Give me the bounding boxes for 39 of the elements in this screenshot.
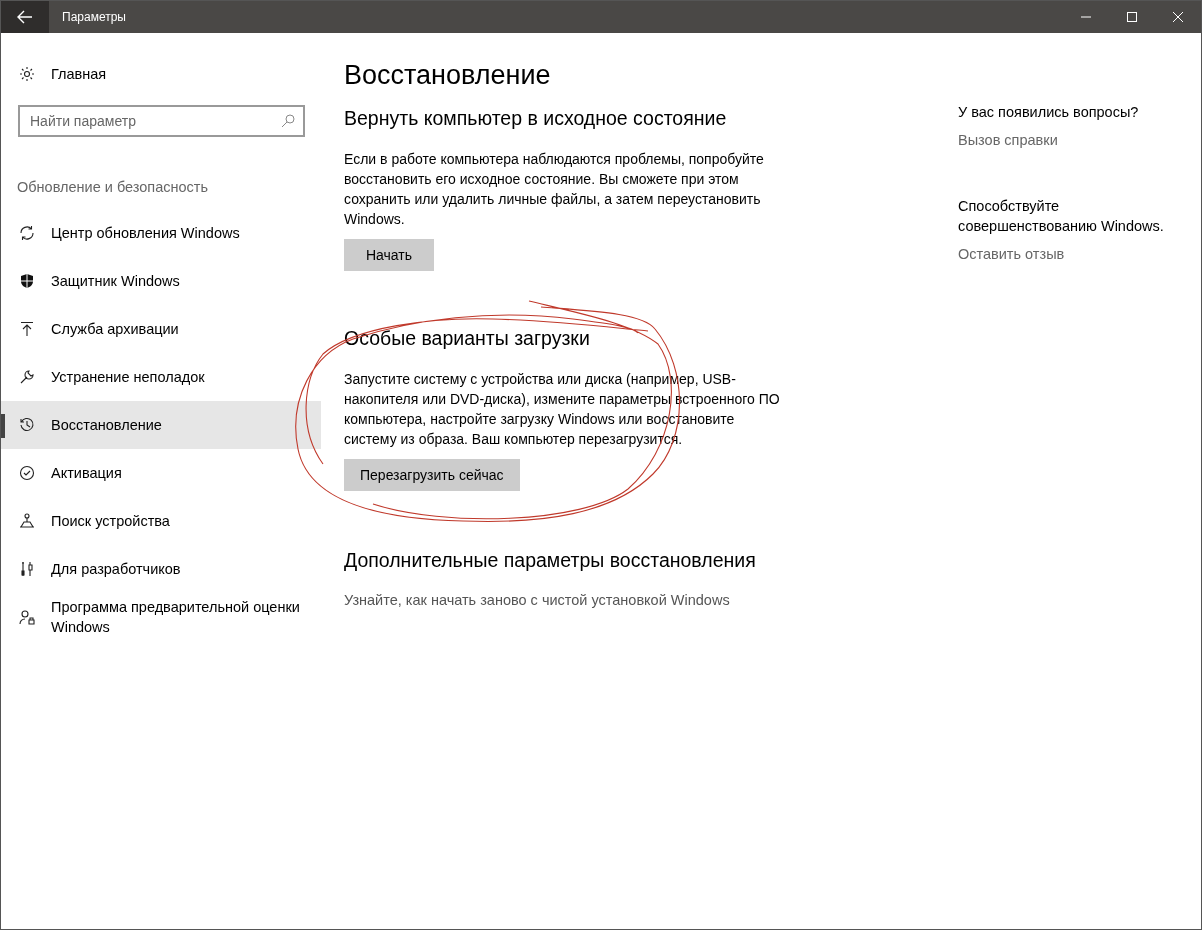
aside-text: Способствуйте совершенствованию Windows. xyxy=(958,197,1165,236)
search-icon xyxy=(280,113,296,129)
shield-icon xyxy=(19,273,35,289)
gear-icon xyxy=(19,66,35,82)
tools-icon xyxy=(19,561,35,577)
sidebar-item[interactable]: Для разработчиков xyxy=(1,545,321,593)
sidebar-item[interactable]: Восстановление xyxy=(1,401,321,449)
section-heading: Дополнительные параметры восстановления xyxy=(344,548,757,573)
aside-link[interactable]: Оставить отзыв xyxy=(958,246,1065,262)
home-link[interactable]: Главная xyxy=(1,64,321,84)
aside-text: У вас появились вопросы? xyxy=(958,103,1140,122)
window-title: Параметры xyxy=(62,10,127,24)
sidebar-item[interactable]: Устранение неполадок xyxy=(1,353,321,401)
section-heading: Вернуть компьютер в исходное состояние xyxy=(344,106,728,131)
action-button[interactable]: Начать xyxy=(344,239,434,271)
sidebar-item[interactable]: Защитник Windows xyxy=(1,257,321,305)
person-lock-icon xyxy=(19,609,35,625)
sidebar-item[interactable]: Активация xyxy=(1,449,321,497)
maximize-icon xyxy=(1126,11,1138,23)
search-field[interactable]: Найти параметр xyxy=(18,105,305,137)
aside-link[interactable]: Вызов справки xyxy=(958,132,1058,148)
back-button[interactable] xyxy=(1,1,49,33)
close-icon xyxy=(1172,11,1184,23)
back-arrow-icon xyxy=(17,10,33,24)
sync-icon xyxy=(19,225,35,241)
sidebar-item[interactable]: Программа предварительной оценки Windows xyxy=(1,593,321,641)
upload-arrow-icon xyxy=(19,321,35,337)
person-pin-icon xyxy=(19,513,35,529)
sidebar-item[interactable]: Поиск устройства xyxy=(1,497,321,545)
description-text: Если в работе компьютера наблюдаются проблемы, попробуйте восстановить его исходное состояние. Вы сможете при этом сохранить или удалить личные файлы, а затем переустановить Windows. xyxy=(344,150,765,229)
wrench-icon xyxy=(19,369,35,385)
sidebar-item[interactable]: Центр обновления Windows xyxy=(1,209,321,257)
help-link[interactable]: Узнайте, как начать заново с чистой установкой Windows xyxy=(344,592,730,608)
page-title: Восстановление xyxy=(344,59,552,91)
category-label: Обновление и безопасность xyxy=(17,179,209,197)
sidebar-item[interactable]: Служба архивации xyxy=(1,305,321,353)
check-circle-icon xyxy=(19,465,35,481)
action-button[interactable]: Перезагрузить сейчас xyxy=(344,459,520,491)
history-icon xyxy=(19,417,35,433)
